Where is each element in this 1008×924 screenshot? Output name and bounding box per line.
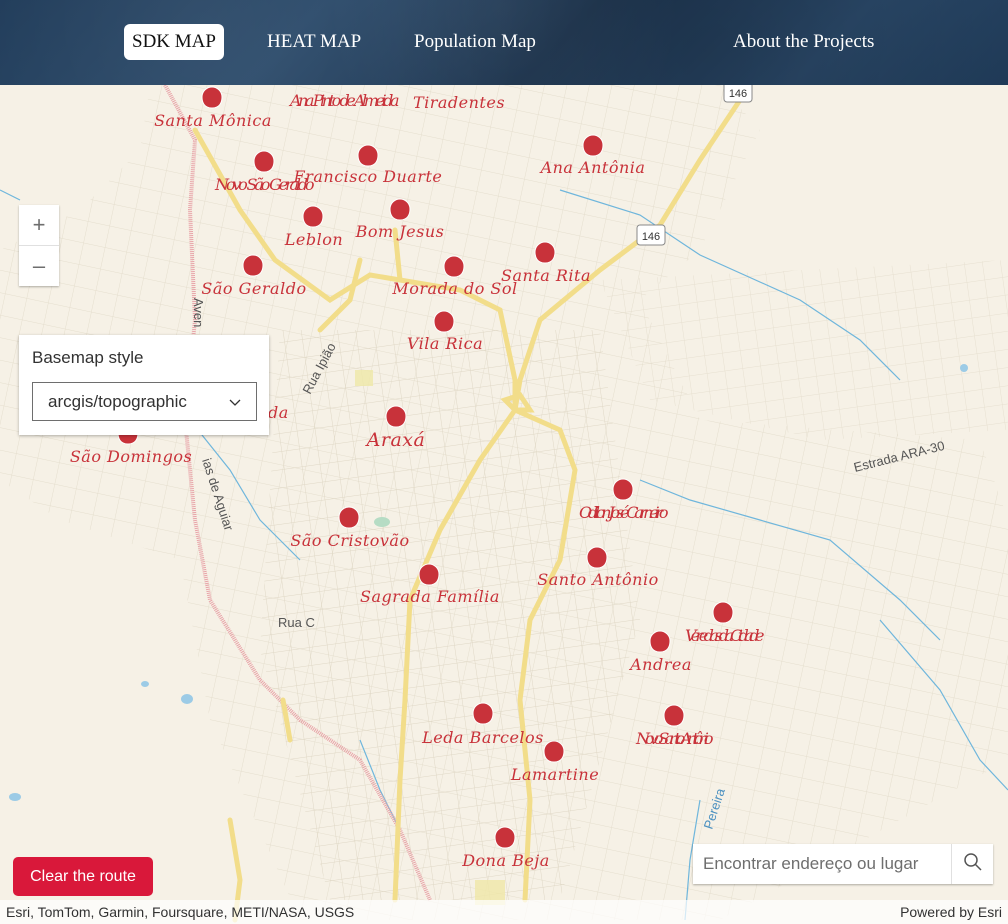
marker-pin-santo-antonio bbox=[586, 546, 608, 569]
label-lamartine: Lamartine bbox=[510, 765, 599, 784]
label-dona-beja: Dona Beja bbox=[461, 851, 550, 870]
attribution-bar: Esri, TomTom, Garmin, Foursquare, METI/N… bbox=[0, 900, 1008, 924]
marker-pin-santa-monica bbox=[201, 86, 223, 109]
road-label-avenida: Aven bbox=[191, 298, 206, 327]
label-sagrada-familia: Sagrada Família bbox=[360, 587, 500, 606]
basemap-style-select[interactable]: arcgis/topographic bbox=[32, 382, 257, 421]
search-button[interactable] bbox=[951, 844, 993, 884]
label-leda-barcelos: Leda Barcelos bbox=[421, 728, 544, 747]
marker-pin-ana-antonia bbox=[582, 134, 604, 157]
marker-pin-andrea bbox=[649, 630, 671, 653]
nav-heat-map[interactable]: HEAT MAP bbox=[259, 24, 369, 60]
top-navigation: SDK MAP HEAT MAP Population Map About th… bbox=[0, 0, 1008, 85]
marker-pin-odilon bbox=[612, 478, 634, 501]
marker-pin-araxa bbox=[385, 405, 407, 428]
marker-pin-lamartine bbox=[543, 740, 565, 763]
road-label-rua-c: Rua C bbox=[278, 615, 315, 630]
zoom-controls: + – bbox=[19, 205, 59, 286]
marker-pin-francisco-duarte bbox=[357, 144, 379, 167]
basemap-canvas: 146 146 Rua Ipião Estrada ARA-30 Rua C A… bbox=[0, 85, 1008, 924]
label-andrea: Andrea bbox=[628, 655, 692, 674]
clear-route-button[interactable]: Clear the route bbox=[13, 857, 153, 896]
svg-text:146: 146 bbox=[729, 88, 747, 100]
search-widget bbox=[693, 844, 993, 884]
label-santo-antonio: Santo Antônio bbox=[537, 570, 658, 589]
marker-pin-bom-jesus bbox=[389, 198, 411, 221]
label-ana-pinto: Ana Pinto de Almeida bbox=[288, 91, 400, 110]
marker-pin-leda-barcelos bbox=[472, 702, 494, 725]
attribution-sources[interactable]: Esri, TomTom, Garmin, Foursquare, METI/N… bbox=[6, 904, 354, 920]
marker-pin-veredas bbox=[712, 601, 734, 624]
marker-pin-sao-cristovao bbox=[338, 506, 360, 529]
marker-pin-dona-beja bbox=[494, 826, 516, 849]
label-veredas: Veredas da Cidade bbox=[685, 626, 765, 645]
marker-pin-santa-rita bbox=[534, 241, 556, 264]
label-ana-antonia: Ana Antônia bbox=[539, 158, 646, 177]
label-leblon: Leblon bbox=[284, 230, 343, 249]
zoom-in-button[interactable]: + bbox=[19, 205, 59, 245]
basemap-style-panel: Basemap style arcgis/topographic bbox=[19, 335, 269, 435]
marker-pin-morada-do-sol bbox=[443, 255, 465, 278]
marker-pin-sao-geraldo bbox=[242, 254, 264, 277]
label-odilon: Odilon José Carneiro bbox=[579, 503, 669, 522]
search-icon bbox=[963, 852, 983, 877]
label-novo-santo-antonio: Novo Santo Antônio bbox=[635, 729, 714, 748]
map-view[interactable]: 146 146 Rua Ipião Estrada ARA-30 Rua C A… bbox=[0, 85, 1008, 924]
label-vila-rica: Vila Rica bbox=[407, 334, 483, 353]
highway-shield-top: 146 bbox=[723, 85, 753, 103]
label-sao-domingos: São Domingos bbox=[70, 447, 192, 466]
nav-about-projects[interactable]: About the Projects bbox=[725, 24, 882, 60]
powered-by-esri[interactable]: Powered by Esri bbox=[900, 904, 1002, 920]
partial-label: da bbox=[268, 403, 289, 422]
chevron-down-icon bbox=[229, 392, 241, 412]
label-santa-rita: Santa Rita bbox=[501, 266, 591, 285]
search-input[interactable] bbox=[693, 844, 951, 884]
nav-population-map[interactable]: Population Map bbox=[406, 24, 544, 60]
nav-sdk-map[interactable]: SDK MAP bbox=[124, 24, 224, 60]
label-bom-jesus: Bom Jesus bbox=[355, 222, 445, 241]
label-araxa: Araxá bbox=[365, 429, 426, 451]
label-francisco-duarte: Francisco Duarte bbox=[293, 167, 443, 186]
marker-pin-sagrada-familia bbox=[418, 563, 440, 586]
marker-pin-novo-santo-antonio bbox=[663, 704, 685, 727]
highway-shield-mid: 146 bbox=[636, 224, 666, 246]
label-morada-do-sol: Morada do Sol bbox=[391, 279, 517, 298]
marker-pin-leblon bbox=[302, 205, 324, 228]
label-sao-cristovao: São Cristovão bbox=[290, 531, 409, 550]
label-sao-geraldo: São Geraldo bbox=[201, 279, 306, 298]
basemap-style-value: arcgis/topographic bbox=[48, 391, 187, 411]
marker-pin-novo-sao-geraldo bbox=[253, 150, 275, 173]
label-santa-monica: Santa Mônica bbox=[154, 111, 272, 130]
label-tiradentes: Tiradentes bbox=[413, 93, 505, 112]
marker-pin-vila-rica bbox=[433, 310, 455, 333]
svg-text:146: 146 bbox=[642, 231, 660, 243]
zoom-out-button[interactable]: – bbox=[19, 245, 59, 286]
basemap-style-title: Basemap style bbox=[32, 348, 144, 367]
